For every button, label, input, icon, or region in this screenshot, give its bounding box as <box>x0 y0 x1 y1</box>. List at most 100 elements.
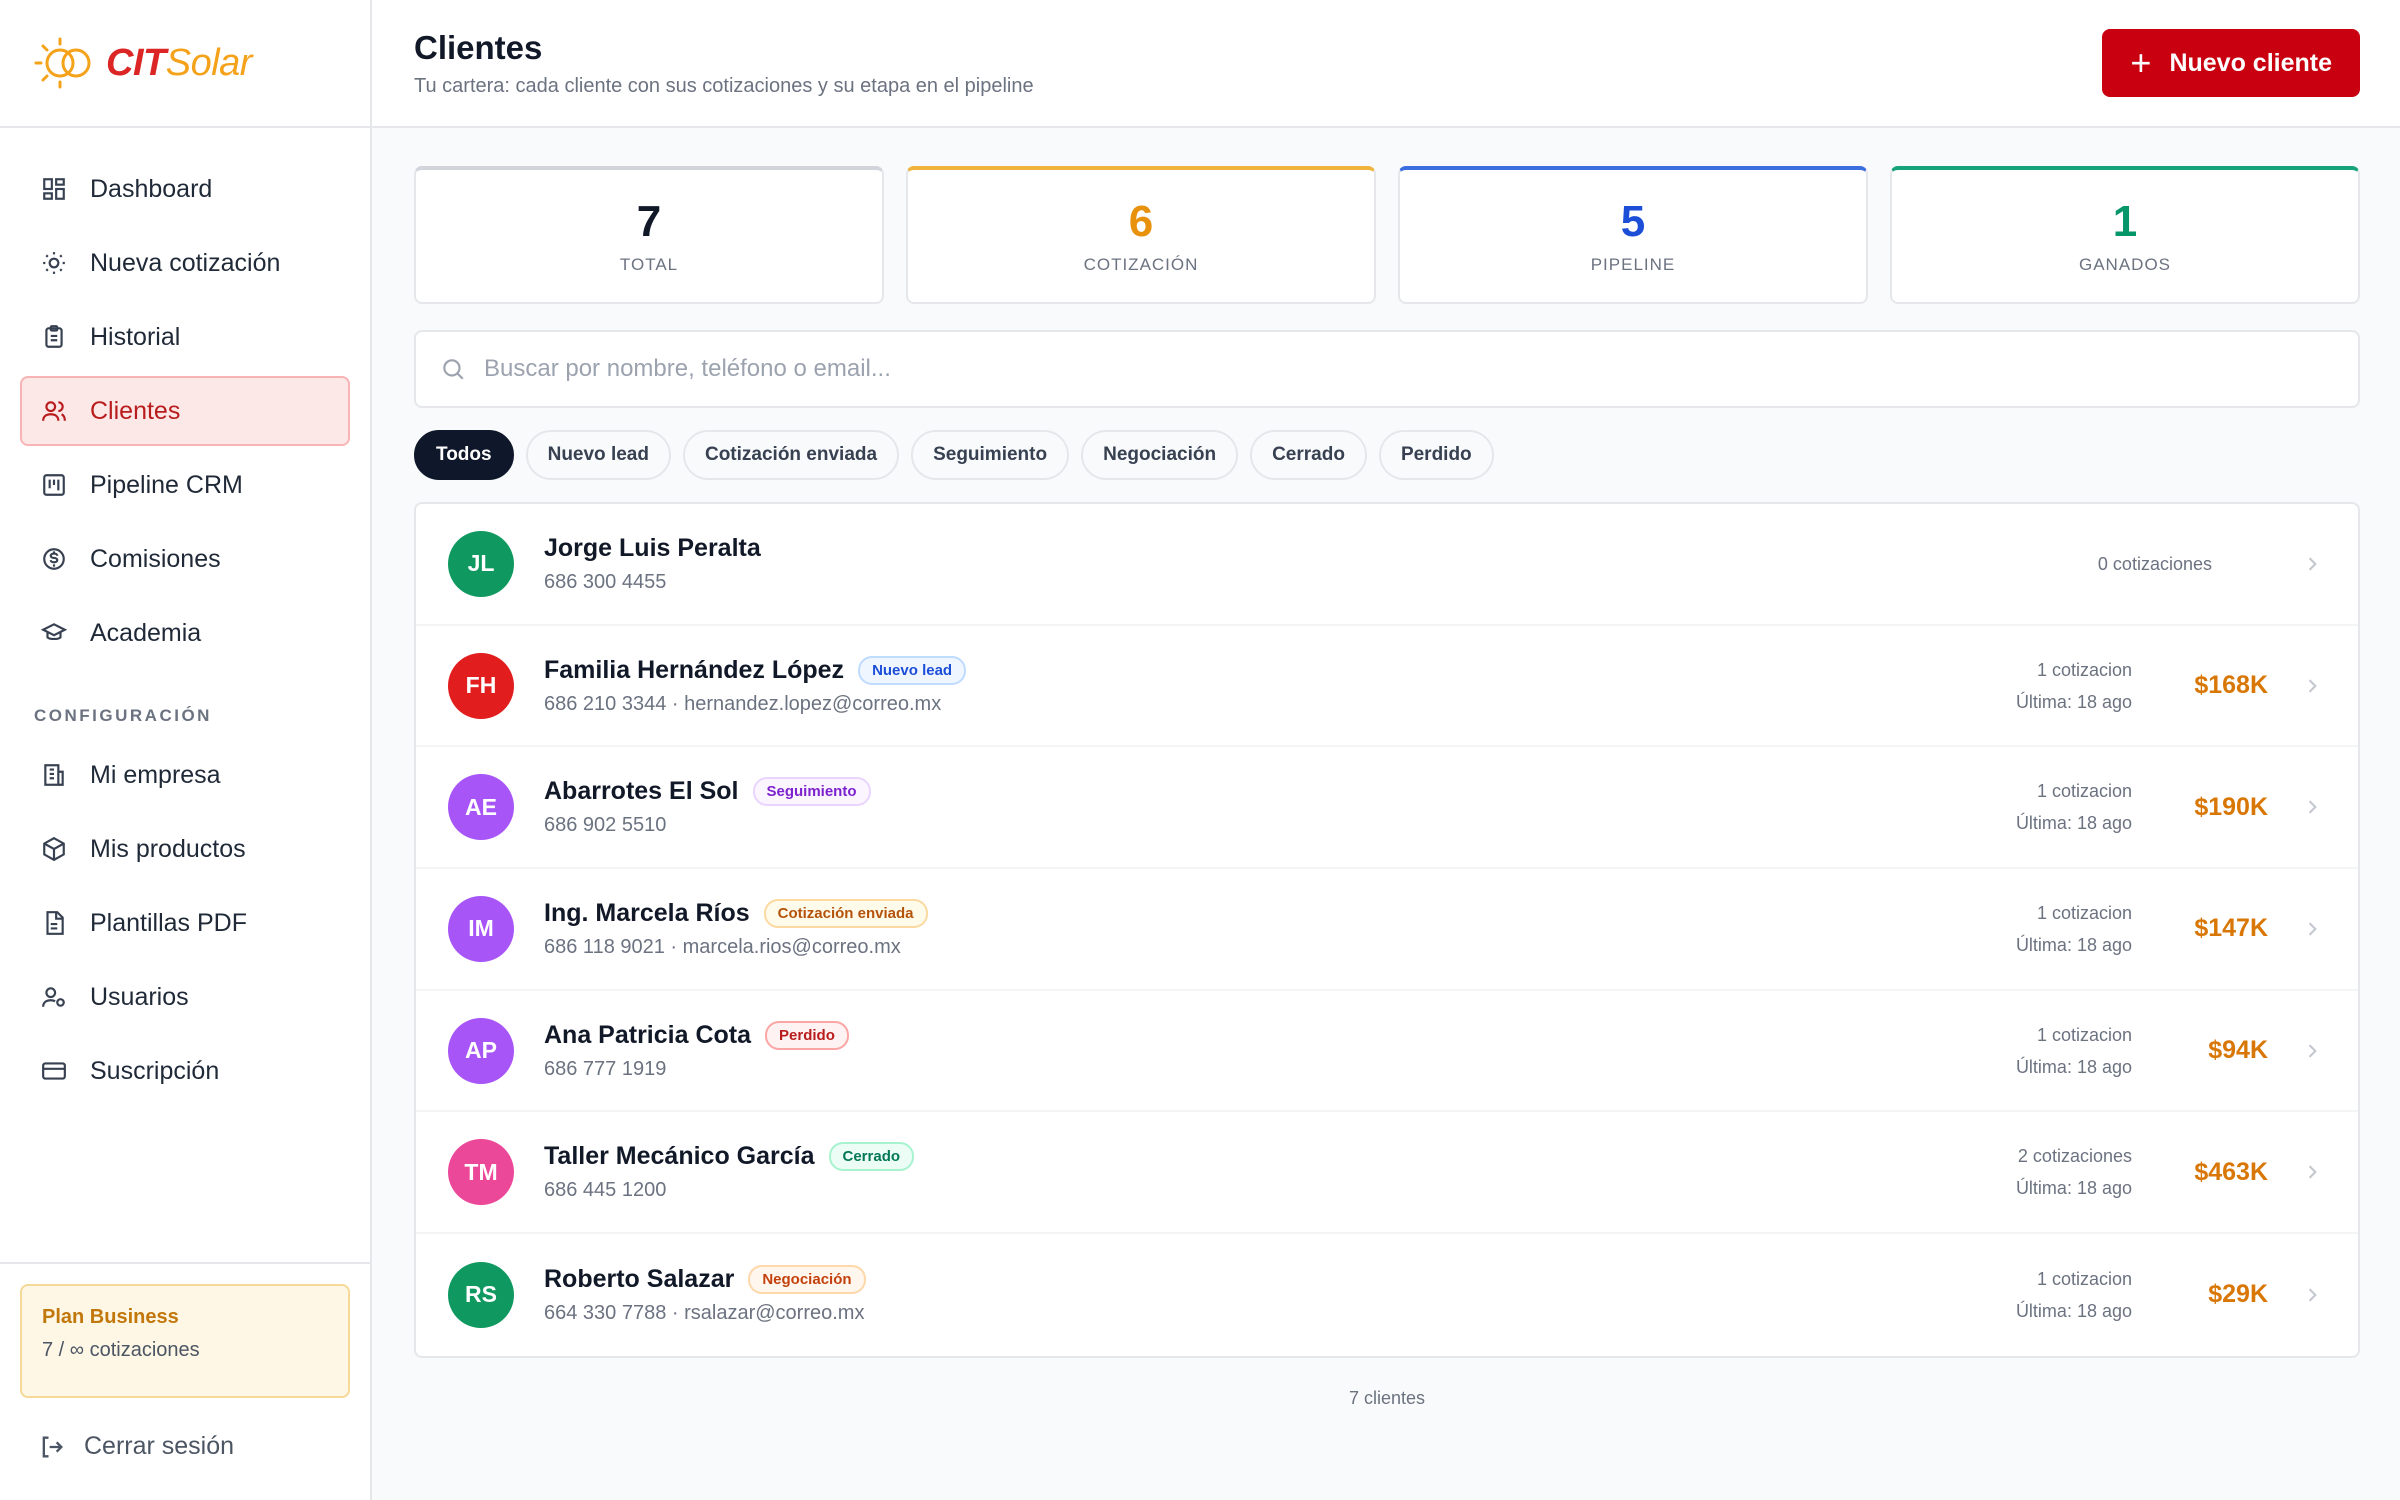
client-name: Ing. Marcela Ríos <box>544 898 750 927</box>
client-contact: 686 445 1200 <box>544 1179 667 1202</box>
avatar: IM <box>448 895 514 962</box>
filter-chip-cerrado[interactable]: Cerrado <box>1250 430 1367 480</box>
sidebar: CITSolar Dashboard Nueva cotización Hist… <box>0 0 372 1500</box>
stat-value: 7 <box>636 197 662 246</box>
client-amount: $190K <box>2194 792 2268 821</box>
main-content: Clientes Tu cartera: cada cliente con su… <box>372 0 2400 1500</box>
stat-label: COTIZACIÓN <box>1083 255 1199 274</box>
client-row[interactable]: AE Abarrotes El Sol Seguimiento 686 902 … <box>416 747 2358 870</box>
logout-icon <box>42 1436 63 1457</box>
avatar-initials: FH <box>465 672 497 699</box>
avatar: AP <box>448 1017 514 1084</box>
dollar-circle-icon <box>40 545 68 573</box>
client-name: Roberto Salazar <box>544 1264 735 1293</box>
chevron-right-icon <box>2308 1044 2317 1058</box>
stat-label: GANADOS <box>2078 255 2172 274</box>
stage-badge: Cerrado <box>828 1142 915 1172</box>
sidebar-item-label: Mis productos <box>90 834 246 863</box>
avatar-initials: RS <box>465 1281 497 1308</box>
sidebar-item-usuarios[interactable]: Usuarios <box>20 962 350 1032</box>
sidebar-item-label: Comisiones <box>90 544 221 573</box>
sidebar-item-suscripcion[interactable]: Suscripción <box>20 1036 350 1106</box>
sidebar-item-mis-productos[interactable]: Mis productos <box>20 814 350 884</box>
sidebar-item-mi-empresa[interactable]: Mi empresa <box>20 740 350 810</box>
filter-chip-cotizacion-enviada[interactable]: Cotización enviada <box>682 430 900 480</box>
client-amount: $29K <box>2208 1280 2268 1309</box>
client-name: Jorge Luis Peralta <box>544 533 761 562</box>
last-quote-date: Última: 18 ago <box>2015 1056 2132 1077</box>
file-icon <box>40 909 68 937</box>
client-amount: $94K <box>2208 1036 2268 1065</box>
client-row[interactable]: RS Roberto Salazar Negociación 664 330 7… <box>416 1234 2358 1356</box>
stat-label: PIPELINE <box>1590 255 1676 274</box>
search-input[interactable] <box>484 355 2358 383</box>
sidebar-item-label: Suscripción <box>90 1056 220 1085</box>
brand-name-solar: Solar <box>165 41 253 84</box>
sidebar-item-dashboard[interactable]: Dashboard <box>20 154 350 224</box>
last-quote-date: Última: 18 ago <box>2015 691 2132 712</box>
sidebar-item-label: Pipeline CRM <box>90 470 243 499</box>
chevron-right-icon <box>2308 557 2317 571</box>
client-row[interactable]: JL Jorge Luis Peralta 686 300 4455 0 cot… <box>416 504 2358 626</box>
sidebar-item-academia[interactable]: Academia <box>20 598 350 668</box>
sidebar-item-label: Nueva cotización <box>90 248 281 277</box>
avatar-initials: JL <box>467 550 495 577</box>
stat-label: TOTAL <box>619 255 679 274</box>
new-client-button[interactable]: + Nuevo cliente <box>2102 29 2360 97</box>
graduation-cap-icon <box>40 619 68 647</box>
page-header: Clientes Tu cartera: cada cliente con su… <box>372 0 2400 128</box>
sidebar-item-label: Plantillas PDF <box>90 908 247 937</box>
sidebar-item-clientes[interactable]: Clientes <box>20 376 350 446</box>
avatar-initials: IM <box>468 915 494 942</box>
plan-usage: 7 / ∞ cotizaciones <box>42 1339 200 1361</box>
client-row[interactable]: FH Familia Hernández López Nuevo lead 68… <box>416 626 2358 748</box>
stage-badge: Negociación <box>748 1264 866 1294</box>
quote-count: 1 cotizacion <box>2036 1024 2132 1045</box>
sidebar-item-nueva-cotizacion[interactable]: Nueva cotización <box>20 228 350 298</box>
client-name: Abarrotes El Sol <box>544 777 739 806</box>
client-row[interactable]: TM Taller Mecánico García Cerrado 686 44… <box>416 1112 2358 1235</box>
filter-chip-negociacion[interactable]: Negociación <box>1081 430 1239 480</box>
logout-label: Cerrar sesión <box>84 1432 235 1460</box>
filter-chip-perdido[interactable]: Perdido <box>1378 430 1494 480</box>
client-contact: 686 118 9021 · marcela.rios@correo.mx <box>544 935 901 958</box>
filter-chip-seguimiento[interactable]: Seguimiento <box>911 430 1070 480</box>
clipboard-icon <box>40 323 68 351</box>
sidebar-item-label: Clientes <box>90 396 181 425</box>
chevron-right-icon <box>2308 678 2317 693</box>
stat-value: 5 <box>1620 197 1646 246</box>
chevron-right-icon <box>2308 922 2317 936</box>
stat-value: 1 <box>2112 197 2138 246</box>
sidebar-item-plantillas-pdf[interactable]: Plantillas PDF <box>20 888 350 958</box>
logout-button[interactable]: Cerrar sesión <box>38 1432 234 1461</box>
brand-name-cit: CIT <box>106 41 166 84</box>
search-bar <box>414 330 2360 408</box>
package-icon <box>40 835 68 863</box>
client-name: Taller Mecánico García <box>544 1142 815 1171</box>
client-row[interactable]: IM Ing. Marcela Ríos Cotización enviada … <box>416 869 2358 991</box>
sun-logo-icon <box>34 37 91 89</box>
last-quote-date: Última: 18 ago <box>2015 934 2132 955</box>
client-name: Ana Patricia Cota <box>544 1020 752 1049</box>
sidebar-item-comisiones[interactable]: Comisiones <box>20 524 350 594</box>
avatar: AE <box>448 774 514 841</box>
plus-icon: + <box>2130 42 2152 83</box>
avatar-initials: TM <box>464 1158 498 1185</box>
quote-count: 1 cotizacion <box>2036 902 2132 923</box>
filter-chip-nuevo-lead[interactable]: Nuevo lead <box>525 430 671 480</box>
building-icon <box>40 761 68 789</box>
avatar: JL <box>448 530 514 597</box>
sidebar-item-label: Mi empresa <box>90 760 221 789</box>
brand-logo[interactable]: CITSolar <box>0 0 370 128</box>
last-quote-date: Última: 18 ago <box>2015 813 2132 834</box>
sidebar-item-pipeline-crm[interactable]: Pipeline CRM <box>20 450 350 520</box>
filter-chips: Todos Nuevo lead Cotización enviada Segu… <box>414 430 2360 480</box>
avatar-initials: AE <box>465 793 497 820</box>
filter-chip-todos[interactable]: Todos <box>414 430 514 480</box>
sidebar-item-historial[interactable]: Historial <box>20 302 350 372</box>
chevron-right-icon <box>2308 1288 2317 1302</box>
client-row[interactable]: AP Ana Patricia Cota Perdido 686 777 191… <box>416 991 2358 1113</box>
last-quote-date: Última: 18 ago <box>2015 1178 2132 1199</box>
sidebar-item-label: Historial <box>90 322 181 351</box>
stage-badge: Cotización enviada <box>763 898 928 928</box>
